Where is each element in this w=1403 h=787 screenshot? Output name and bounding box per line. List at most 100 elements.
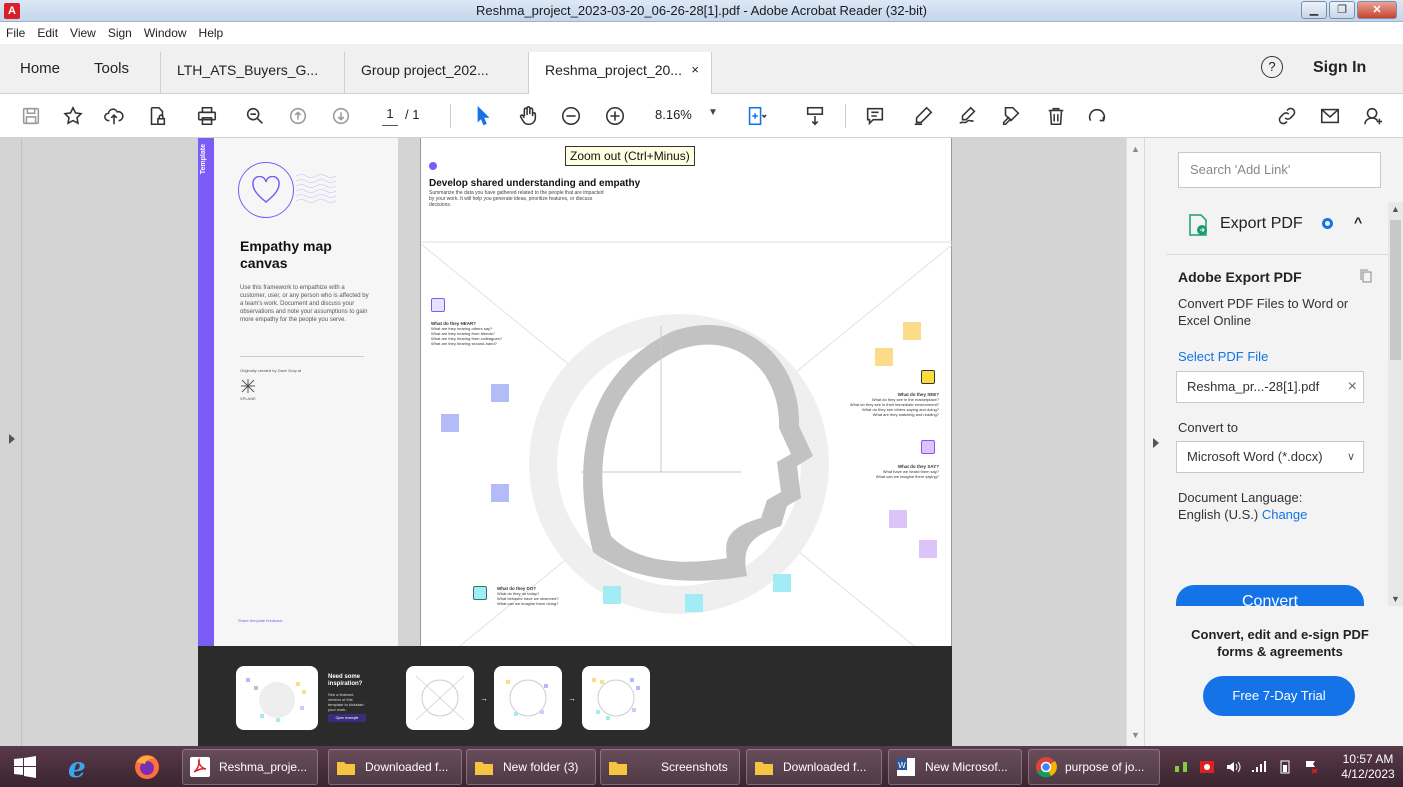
rotate-icon[interactable] <box>1084 103 1110 129</box>
hear-line: What are they hearing second-hand? <box>431 341 497 346</box>
document-scrollbar[interactable]: ▲ ▼ <box>1126 138 1144 746</box>
menu-view[interactable]: View <box>70 26 96 40</box>
share-user-icon[interactable] <box>1360 103 1386 129</box>
zoom-out-icon[interactable] <box>558 103 584 129</box>
taskbar-label: New Microsof... <box>925 760 1008 774</box>
scrollbar-thumb[interactable] <box>1390 220 1401 360</box>
protect-icon[interactable] <box>144 103 170 129</box>
email-icon[interactable] <box>1317 103 1343 129</box>
maximize-button[interactable]: ❐ <box>1329 1 1355 19</box>
zoom-level-field[interactable]: 8.16% <box>655 107 692 122</box>
change-language-link[interactable]: Change <box>1262 507 1308 522</box>
header-dot-icon <box>429 162 437 170</box>
sign-in-button[interactable]: Sign In <box>1313 59 1366 77</box>
panel-scrollbar[interactable]: ▲ ▼ <box>1388 202 1403 606</box>
menu-file[interactable]: File <box>6 26 25 40</box>
taskbar-item-folder[interactable]: Downloaded f... <box>328 749 462 785</box>
right-panel-toggle[interactable] <box>1144 138 1166 746</box>
close-button[interactable]: ✕ <box>1357 1 1397 19</box>
scroll-down-icon[interactable]: ▼ <box>1391 594 1400 604</box>
zoom-dropdown-arrow[interactable]: ▼ <box>708 107 718 118</box>
page-up-icon[interactable] <box>285 103 311 129</box>
menu-sign[interactable]: Sign <box>108 26 132 40</box>
comment-icon[interactable] <box>862 103 888 129</box>
document-view[interactable]: Template Empathy map canvas Use this fra… <box>22 138 1126 746</box>
free-trial-button[interactable]: Free 7-Day Trial <box>1203 676 1355 716</box>
taskbar-clock[interactable]: 10:57 AM 4/12/2023 <box>1338 752 1398 782</box>
volume-icon[interactable] <box>1225 760 1241 774</box>
battery-icon[interactable] <box>1277 760 1293 774</box>
credit-org: XPLANE <box>240 396 256 401</box>
link-icon[interactable] <box>1274 103 1300 129</box>
print-icon[interactable] <box>194 103 220 129</box>
internet-explorer-icon[interactable]: e <box>64 752 94 782</box>
open-example-button[interactable]: Open example <box>328 714 366 722</box>
toolbar-separator <box>845 104 846 128</box>
taskbar-label: Screenshots <box>661 760 728 774</box>
taskbar-item-folder[interactable]: New folder (3) <box>466 749 596 785</box>
xplane-logo-icon <box>241 379 255 393</box>
network-activity-icon[interactable] <box>1173 760 1189 774</box>
scroll-down-icon[interactable]: ▼ <box>1131 730 1140 740</box>
menu-edit[interactable]: Edit <box>37 26 58 40</box>
minimize-button[interactable]: ▁ <box>1301 1 1327 19</box>
window-controls: ▁ ❐ ✕ <box>1299 1 1397 19</box>
windows-start-icon[interactable] <box>14 756 36 778</box>
export-pdf-header[interactable]: Export PDF ^ <box>1166 200 1388 254</box>
menu-window[interactable]: Window <box>144 26 187 40</box>
select-pdf-file-link[interactable]: Select PDF File <box>1178 349 1268 364</box>
signal-icon[interactable] <box>1251 760 1267 774</box>
format-select[interactable]: Microsoft Word (*.docx) ∨ <box>1176 441 1364 473</box>
stamp-icon[interactable] <box>998 103 1024 129</box>
left-panel-toggle[interactable] <box>0 138 22 746</box>
page-number-input[interactable]: 1 <box>382 106 398 126</box>
highlight-icon[interactable] <box>910 103 936 129</box>
record-icon[interactable] <box>1199 760 1215 774</box>
firefox-icon[interactable] <box>132 752 162 782</box>
upload-icon[interactable] <box>101 103 127 129</box>
scroll-up-icon[interactable]: ▲ <box>1131 144 1140 154</box>
system-tray <box>1168 746 1324 787</box>
sign-icon[interactable] <box>955 103 981 129</box>
save-icon[interactable] <box>18 103 44 129</box>
template-band: Template <box>198 138 214 646</box>
help-icon[interactable]: ? <box>1261 56 1283 78</box>
tab-document-1[interactable]: LTH_ATS_Buyers_G... <box>160 52 344 94</box>
tab-document-3[interactable]: Reshma_project_20... × <box>528 52 712 94</box>
tab-document-2[interactable]: Group project_202... <box>344 52 528 94</box>
tab-home[interactable]: Home <box>20 44 60 94</box>
taskbar-item-folder[interactable]: Screenshots <box>600 749 740 785</box>
taskbar-item-acrobat[interactable]: Reshma_proje... <box>182 749 318 785</box>
search-zoom-icon[interactable] <box>242 103 268 129</box>
tab-tools[interactable]: Tools <box>94 44 129 94</box>
tab-close-icon[interactable]: × <box>691 52 699 88</box>
copy-icon[interactable] <box>1360 269 1372 283</box>
action-center-flag-icon[interactable] <box>1303 760 1319 774</box>
hand-icon[interactable] <box>515 103 541 129</box>
folder-icon <box>755 762 773 775</box>
ear-icon <box>431 298 445 312</box>
do-section: What do they DO? What do they do today? … <box>497 586 597 606</box>
page-down-icon[interactable] <box>328 103 354 129</box>
window-title: Reshma_project_2023-03-20_06-26-28[1].pd… <box>476 3 927 18</box>
menu-help[interactable]: Help <box>199 26 224 40</box>
step-thumbnail <box>582 666 650 730</box>
search-tools-input[interactable]: Search 'Add Link' <box>1178 152 1381 188</box>
expand-arrow-icon <box>9 434 15 444</box>
divider <box>240 356 364 357</box>
delete-icon[interactable] <box>1043 103 1069 129</box>
clear-file-icon[interactable]: × <box>1348 372 1357 402</box>
zoom-in-icon[interactable] <box>602 103 628 129</box>
collapse-caret-icon[interactable]: ^ <box>1354 214 1362 230</box>
scroll-up-icon[interactable]: ▲ <box>1391 204 1400 214</box>
fit-page-icon[interactable] <box>743 103 769 129</box>
word-icon: W <box>897 758 915 776</box>
taskbar-item-chrome[interactable]: purpose of jo... <box>1028 749 1160 785</box>
feedback-link[interactable]: Share template feedback <box>238 618 282 623</box>
select-icon[interactable] <box>470 103 496 129</box>
taskbar-item-folder[interactable]: Downloaded f... <box>746 749 882 785</box>
scroll-mode-icon[interactable] <box>802 103 828 129</box>
star-icon[interactable] <box>60 103 86 129</box>
template-label: Template <box>200 144 207 175</box>
taskbar-item-word[interactable]: W New Microsof... <box>888 749 1022 785</box>
